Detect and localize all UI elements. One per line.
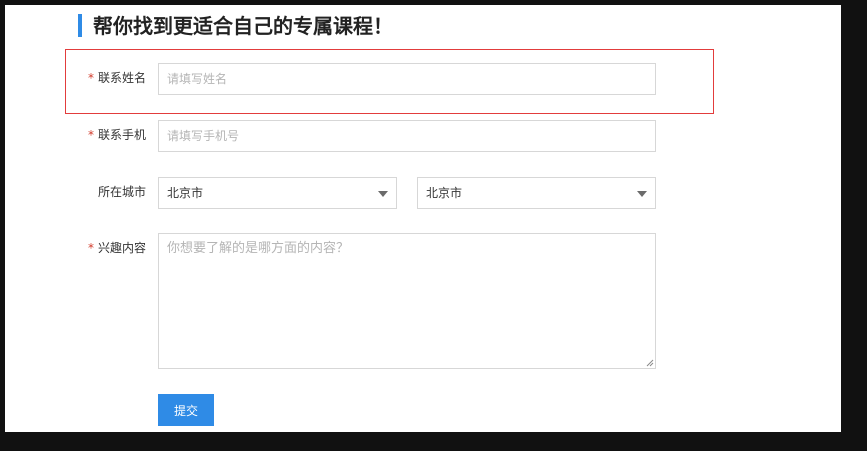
province-select[interactable]: 北京市: [158, 177, 397, 209]
name-label-text: 联系姓名: [97, 71, 146, 85]
page-title: 帮你找到更适合自己的专属课程！: [93, 14, 393, 38]
form-panel: 帮你找到更适合自己的专属课程！ * 联系姓名 请填写姓名 * 联系手机 请填写手机号…: [5, 5, 841, 432]
city-label-text: 所在城市: [97, 185, 146, 199]
chevron-down-icon: [637, 191, 647, 197]
phone-input[interactable]: 请填写手机号: [158, 120, 656, 152]
interest-placeholder: 你想要了解的是哪方面的内容？: [167, 241, 350, 256]
chevron-down-icon: [378, 191, 388, 197]
city-select[interactable]: 北京市: [417, 177, 656, 209]
province-select-value: 北京市: [167, 186, 204, 200]
submit-button[interactable]: 提交: [158, 394, 214, 426]
resize-grip-icon[interactable]: [646, 359, 654, 367]
required-mark: *: [87, 241, 94, 255]
title-accent-bar: [78, 14, 82, 37]
city-select-value: 北京市: [426, 186, 463, 200]
name-input[interactable]: 请填写姓名: [158, 63, 656, 95]
name-label: * 联系姓名: [26, 70, 146, 86]
interest-label-text: 兴趣内容: [97, 241, 146, 255]
phone-label: * 联系手机: [26, 127, 146, 143]
required-mark: *: [87, 71, 94, 85]
required-mark: *: [87, 128, 94, 142]
city-label: 所在城市: [26, 184, 146, 200]
interest-textarea[interactable]: 你想要了解的是哪方面的内容？: [158, 233, 656, 369]
interest-label: * 兴趣内容: [26, 240, 146, 256]
phone-label-text: 联系手机: [97, 128, 146, 142]
